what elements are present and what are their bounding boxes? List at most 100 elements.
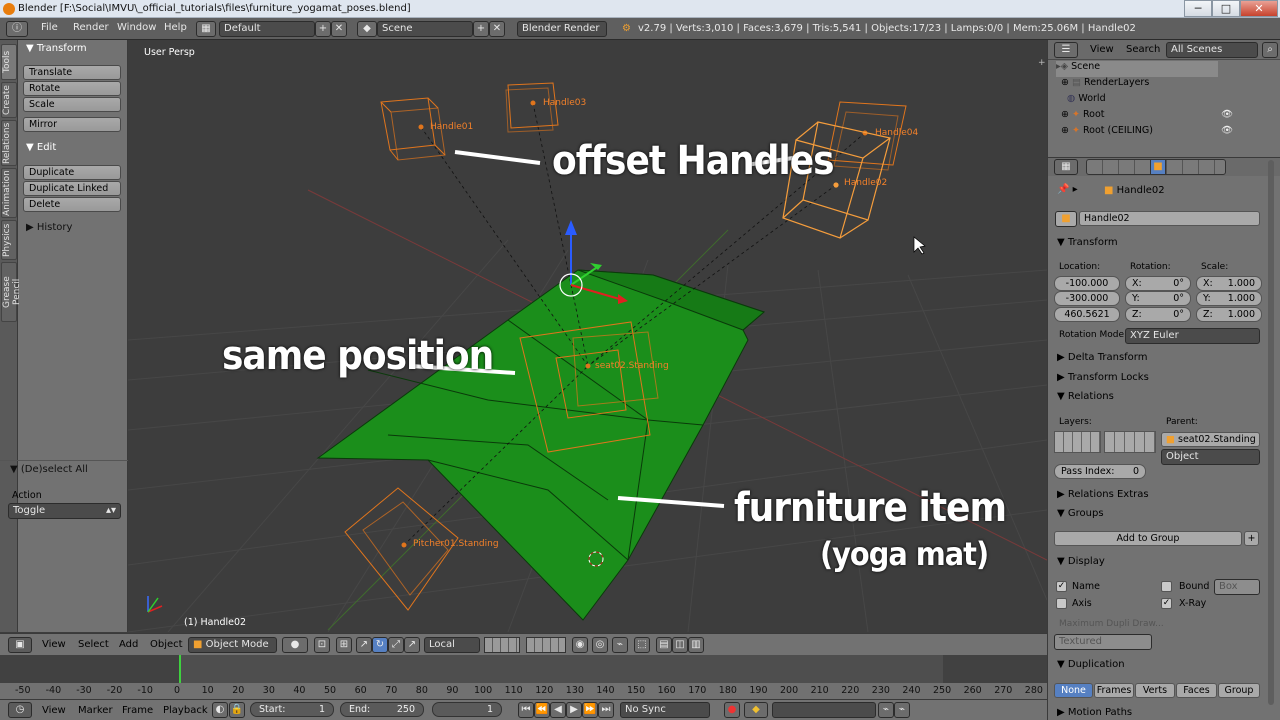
jump-start-icon[interactable]: ⏮ <box>518 702 534 718</box>
add-layout-icon[interactable]: + <box>315 21 331 37</box>
keying-set-icon[interactable]: ◆ <box>744 702 768 718</box>
dup-verts-button[interactable]: Verts <box>1135 683 1175 698</box>
transform-locks-section[interactable]: ▶ Transform Locks <box>1057 372 1149 383</box>
object-data-icon[interactable]: ■ <box>1055 211 1077 227</box>
delete-keyframe-icon[interactable]: ⌁ <box>894 702 910 718</box>
location-x-field[interactable]: -100.000 <box>1054 276 1120 291</box>
delete-button[interactable]: Delete <box>23 197 121 212</box>
menu-add[interactable]: Add <box>119 639 138 650</box>
rotation-z-field[interactable]: Z: 0° <box>1125 307 1191 322</box>
view3d-editor-icon[interactable]: ▣ <box>8 637 32 653</box>
scene-icon[interactable]: ◆ <box>357 21 377 37</box>
add-to-group-button[interactable]: Add to Group <box>1054 531 1242 546</box>
rotation-mode-dropdown[interactable]: XYZ Euler <box>1125 328 1260 344</box>
shading-dropdown-icon[interactable]: ● <box>282 637 308 653</box>
duplicate-button[interactable]: Duplicate <box>23 165 121 180</box>
history-panel-header[interactable]: ▶ History <box>26 222 72 233</box>
scale-x-field[interactable]: X: 1.000 <box>1196 276 1262 291</box>
max-dupli-dropdown[interactable]: Textured <box>1054 634 1152 650</box>
pivot-icon[interactable]: ⊡ <box>314 637 330 653</box>
add-scene-icon[interactable]: + <box>473 21 489 37</box>
snap-target-icon[interactable]: ⬚ <box>634 637 650 653</box>
pass-index-field[interactable]: Pass Index: 0 <box>1054 464 1146 479</box>
record-icon[interactable]: ● <box>724 702 740 718</box>
location-y-field[interactable]: -300.000 <box>1054 291 1120 306</box>
timeline-menu-frame[interactable]: Frame <box>122 705 153 716</box>
timeline-menu-playback[interactable]: Playback <box>163 705 208 716</box>
add-group-plus-icon[interactable]: + <box>1244 531 1259 546</box>
close-button[interactable]: ✕ <box>1240 0 1278 17</box>
motion-paths-section[interactable]: ▶ Motion Paths <box>1057 707 1132 718</box>
start-frame-field[interactable]: Start: 1 <box>250 702 334 717</box>
yoga-mat-mesh[interactable] <box>316 269 765 621</box>
rotation-y-field[interactable]: Y: 0° <box>1125 291 1191 306</box>
outliner-row-scene[interactable]: ▸◈ Scene <box>1056 61 1218 77</box>
layer-buttons-1[interactable] <box>484 637 520 653</box>
layers-grid-2[interactable] <box>1104 431 1156 453</box>
translate-manip-icon[interactable]: ↗ <box>356 637 372 653</box>
layout-dropdown[interactable]: Default <box>219 21 315 37</box>
dup-none-button[interactable]: None <box>1054 683 1093 698</box>
end-frame-field[interactable]: End: 250 <box>340 702 424 717</box>
remove-scene-icon[interactable]: ✕ <box>489 21 505 37</box>
object-name-field[interactable]: Handle02 <box>1079 211 1260 226</box>
expand-panel-icon[interactable]: + <box>1038 58 1046 68</box>
maximize-button[interactable]: □ <box>1212 0 1240 17</box>
operator-panel-header[interactable]: ▼ (De)select All <box>10 464 88 475</box>
play-reverse-icon[interactable]: ◀ <box>550 702 566 718</box>
play-icon[interactable]: ▶ <box>566 702 582 718</box>
tab-grease-pencil[interactable]: Grease Pencil <box>1 262 22 322</box>
relations-section-header[interactable]: ▼ Relations <box>1057 391 1114 402</box>
menu-render[interactable]: Render <box>73 22 109 33</box>
remove-layout-icon[interactable]: ✕ <box>331 21 347 37</box>
rotate-button[interactable]: Rotate <box>23 81 121 96</box>
editor-type-icon[interactable]: ⓘ <box>6 21 28 37</box>
outliner-row-world[interactable]: ◍ World <box>1061 93 1280 109</box>
pitcher-handle-empty[interactable] <box>344 487 459 611</box>
tab-create[interactable]: Create <box>1 82 17 118</box>
manipulator-toggle-icon[interactable]: ⊞ <box>336 637 352 653</box>
current-frame-field[interactable]: 1 <box>432 702 502 717</box>
parent-field[interactable]: ■ seat02.Standing <box>1161 432 1260 447</box>
menu-file[interactable]: File <box>41 22 58 33</box>
jump-end-icon[interactable]: ⏭ <box>598 702 614 718</box>
properties-scrollbar[interactable] <box>1268 160 1274 705</box>
transform-panel-header[interactable]: ▼ Transform <box>26 43 87 54</box>
camera-render-icon[interactable]: ◫ <box>672 637 688 653</box>
parent-type-dropdown[interactable]: Object <box>1161 449 1260 465</box>
minimize-button[interactable]: ─ <box>1184 0 1212 17</box>
scale-y-field[interactable]: Y: 1.000 <box>1196 291 1262 306</box>
dup-group-button[interactable]: Group <box>1218 683 1260 698</box>
menu-help[interactable]: Help <box>164 22 187 33</box>
duplication-section-header[interactable]: ▼ Duplication <box>1057 659 1125 670</box>
layout-grid-icon[interactable]: ▦ <box>196 21 216 37</box>
timeline-ruler[interactable] <box>0 683 1047 699</box>
3d-viewport[interactable]: User Persp (1) Handle02 + Handle01 Handl… <box>128 40 1047 632</box>
proportional-edit-icon[interactable]: ◎ <box>592 637 608 653</box>
axis-checkbox[interactable] <box>1056 598 1067 609</box>
outliner-editor-icon[interactable]: ☰ <box>1054 42 1078 58</box>
keying-set-dropdown[interactable] <box>772 702 876 718</box>
opengl-render-icon[interactable]: ▤ <box>656 637 672 653</box>
prev-keyframe-icon[interactable]: ⏪ <box>534 702 550 718</box>
insert-keyframe-icon[interactable]: ⌁ <box>878 702 894 718</box>
scale-manip-icon[interactable]: ⤢ <box>388 637 404 653</box>
menu-select[interactable]: Select <box>78 639 109 650</box>
display-section-header[interactable]: ▼ Display <box>1057 556 1105 567</box>
scale-z-field[interactable]: Z: 1.000 <box>1196 307 1262 322</box>
object-tab-icon[interactable]: ■ <box>1150 159 1166 175</box>
orientation-dropdown[interactable]: Local <box>424 637 480 653</box>
sync-dropdown[interactable]: No Sync <box>620 702 710 718</box>
action-dropdown[interactable]: Toggle ▴▾ <box>8 503 121 519</box>
next-keyframe-icon[interactable]: ⏩ <box>582 702 598 718</box>
visibility-eye-icon[interactable]: 👁 <box>1221 125 1233 136</box>
menu-object[interactable]: Object <box>150 639 183 650</box>
menu-view[interactable]: View <box>42 639 66 650</box>
preview-range-icon[interactable]: ◐ <box>212 702 228 718</box>
groups-section-header[interactable]: ▼ Groups <box>1057 508 1104 519</box>
tab-animation[interactable]: Animation <box>1 168 17 218</box>
timeline-menu-marker[interactable]: Marker <box>78 705 113 716</box>
menu-window[interactable]: Window <box>117 22 156 33</box>
visibility-eye-icon[interactable]: 👁 <box>1221 109 1233 120</box>
duplicate-linked-button[interactable]: Duplicate Linked <box>23 181 121 196</box>
